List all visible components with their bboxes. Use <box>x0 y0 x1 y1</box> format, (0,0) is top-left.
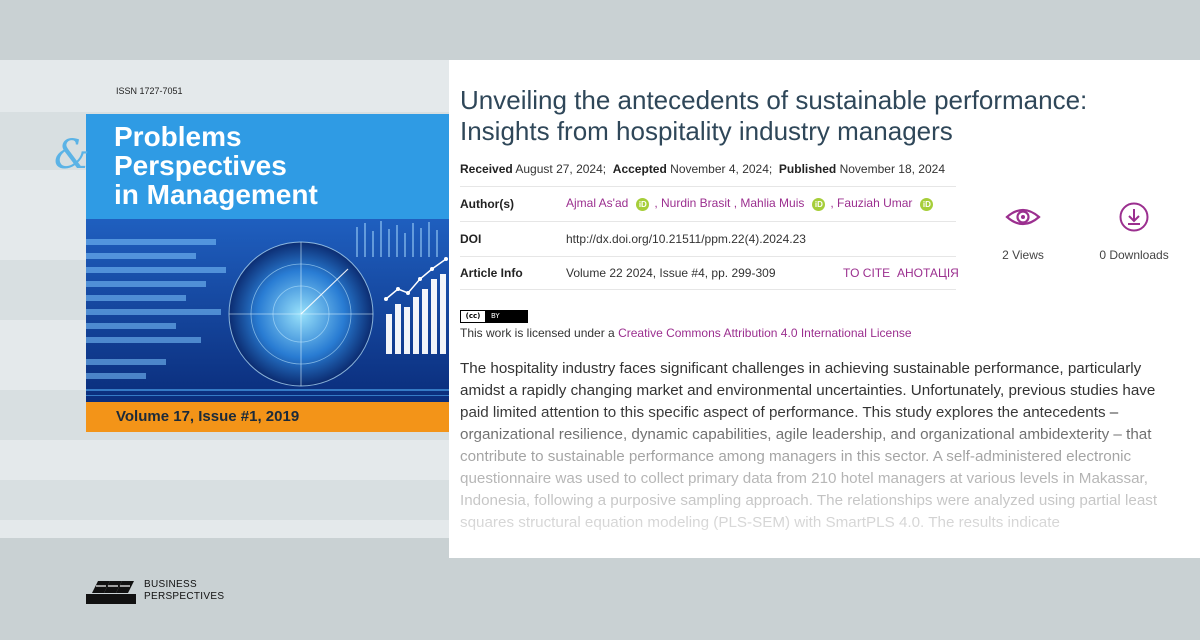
top-band <box>0 0 1200 60</box>
orcid-icon[interactable]: iD <box>636 197 650 211</box>
authors-row: Author(s) Ajmal As'ad iD , Nurdin Brasit ,… <box>460 186 956 220</box>
cc-badge-right: BY <box>485 311 527 322</box>
published-date: November 18, 2024 <box>839 162 945 176</box>
publisher-name-line: BUSINESS <box>144 579 197 590</box>
abstract-fade-overlay <box>449 410 1200 558</box>
eye-icon <box>978 200 1068 234</box>
cover-ampersand: & <box>54 132 90 178</box>
author-link[interactable]: , Fauziah Umar <box>830 196 912 210</box>
views-stat: 2 Views <box>978 200 1068 262</box>
to-cite-link[interactable]: TO CITE <box>843 266 890 280</box>
downloads-stat: 0 Downloads <box>1089 200 1179 262</box>
cover-title-line: Perspectives <box>114 150 287 181</box>
cover-title-line: in Management <box>114 179 318 210</box>
publisher-name: BUSINESS PERSPECTIVES <box>144 579 224 603</box>
publisher-logo-icon <box>86 581 136 604</box>
cc-badge-left: (cc) <box>461 311 485 322</box>
cover-artwork <box>86 219 449 406</box>
doi-row: DOI http://dx.doi.org/10.21511/ppm.22(4)… <box>460 221 956 255</box>
accepted-label: Accepted <box>612 162 667 176</box>
license-link[interactable]: Creative Commons Attribution 4.0 Interna… <box>618 326 912 340</box>
download-icon[interactable] <box>1089 200 1179 234</box>
author-link[interactable]: , Mahlia Muis <box>734 196 805 210</box>
article-info-label: Article Info <box>460 266 523 280</box>
published-label: Published <box>778 162 837 176</box>
cover-volume-bar: Volume 17, Issue #1, 2019 <box>86 402 449 432</box>
downloads-count: 0 Downloads <box>1099 248 1169 262</box>
cover-title-line: Problems <box>114 121 242 152</box>
orcid-icon[interactable]: iD <box>920 197 934 211</box>
author-link[interactable]: , Nurdin Brasit <box>654 196 730 210</box>
doi-label: DOI <box>460 231 482 246</box>
accepted-date: November 4, 2024; <box>670 162 773 176</box>
publisher-name-line: PERSPECTIVES <box>144 591 225 602</box>
authors-label: Author(s) <box>460 196 514 211</box>
doi-link[interactable]: http://dx.doi.org/10.21511/ppm.22(4).202… <box>566 232 806 246</box>
authors-list: Ajmal As'ad iD , Nurdin Brasit , Mahlia Mu… <box>566 196 938 211</box>
author-link[interactable]: Ajmal As'ad <box>566 196 628 210</box>
received-date: August 27, 2024; <box>515 162 607 176</box>
article-panel: Unveiling the antecedents of sustainable… <box>449 60 1200 558</box>
article-info-value: Volume 22 2024, Issue #4, pp. 299-309 <box>566 266 776 280</box>
article-info-row: Article Info Volume 22 2024, Issue #4, p… <box>460 256 959 290</box>
journal-cover: Problems Perspectives in Management Volu… <box>86 114 449 432</box>
received-label: Received <box>460 162 513 176</box>
publisher-logo[interactable]: BUSINESS PERSPECTIVES <box>86 578 224 604</box>
issn-label: ISSN 1727-7051 <box>116 86 183 96</box>
article-title: Unveiling the antecedents of sustainable… <box>460 85 1088 146</box>
annotation-link[interactable]: АНОТАЦІЯ <box>897 266 959 280</box>
cover-title: Problems Perspectives in Management <box>114 122 318 209</box>
views-count: 2 Views <box>1002 248 1044 262</box>
license-prefix: This work is licensed under a <box>460 326 619 340</box>
background-stripe <box>0 480 449 520</box>
cc-by-badge[interactable]: (cc) BY <box>460 310 528 323</box>
article-dates: Received August 27, 2024; Accepted Novem… <box>460 162 945 176</box>
license-notice: This work is licensed under a Creative C… <box>460 326 912 340</box>
orcid-icon[interactable]: iD <box>812 197 826 211</box>
